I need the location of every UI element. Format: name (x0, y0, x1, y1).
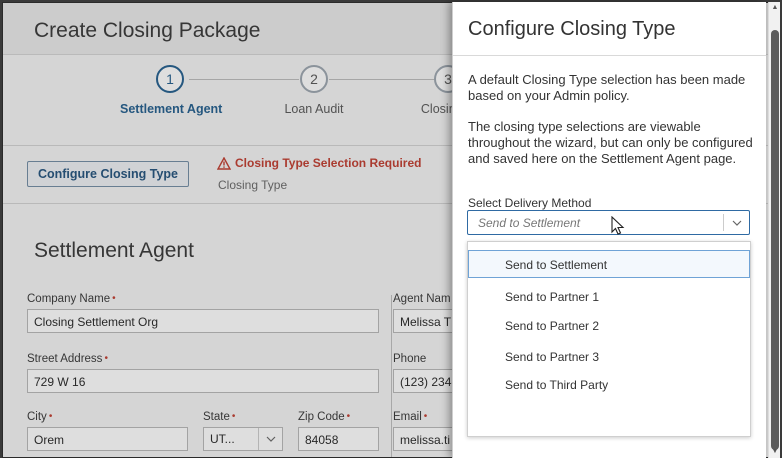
panel-description-viewable: The closing type selections are viewable… (468, 119, 753, 166)
option-send-to-partner-1[interactable]: Send to Partner 1 (468, 283, 750, 311)
scrollbar-thumb[interactable] (771, 30, 779, 450)
option-send-to-partner-3[interactable]: Send to Partner 3 (468, 343, 750, 371)
option-send-to-partner-2[interactable]: Send to Partner 2 (468, 312, 750, 340)
mouse-pointer-icon (611, 216, 625, 235)
delivery-method-label: Select Delivery Method (468, 196, 592, 210)
option-send-to-settlement[interactable]: Send to Settlement (468, 250, 750, 278)
delivery-method-dropdown: Send to Settlement Send to Partner 1 Sen… (467, 241, 751, 437)
chevron-down-icon (723, 214, 749, 231)
delivery-method-select[interactable]: Send to Settlement (467, 210, 750, 235)
delivery-method-placeholder: Send to Settlement (478, 215, 581, 230)
configure-closing-type-panel: Configure Closing Type A default Closing… (452, 2, 766, 458)
scroll-down-icon[interactable]: ▼ (771, 448, 779, 456)
panel-title: Configure Closing Type (468, 18, 676, 40)
panel-scrollbar[interactable]: ▲ ▼ (768, 2, 780, 458)
scroll-up-icon[interactable]: ▲ (771, 4, 779, 12)
panel-description-default: A default Closing Type selection has bee… (468, 72, 746, 103)
panel-header: Configure Closing Type (453, 2, 766, 56)
option-send-to-third-party[interactable]: Send to Third Party (468, 371, 750, 399)
